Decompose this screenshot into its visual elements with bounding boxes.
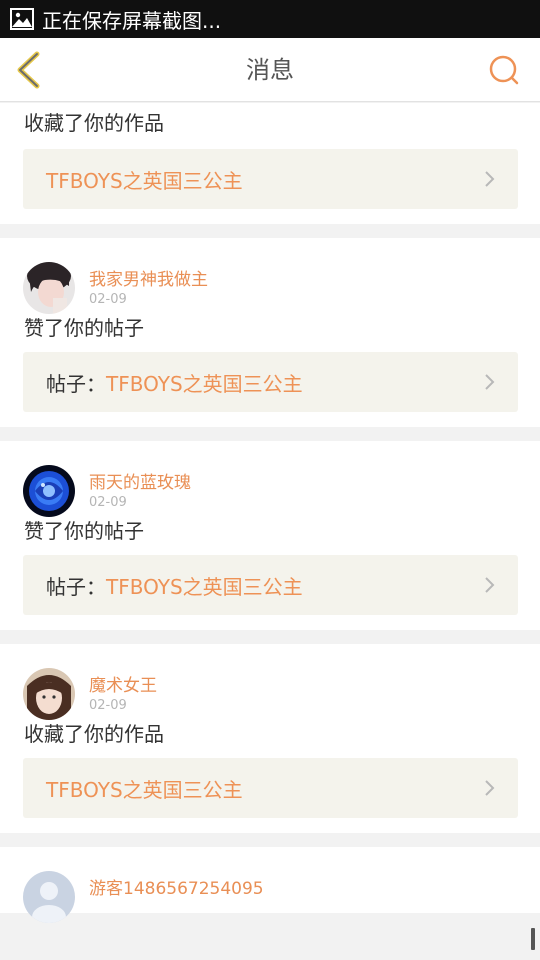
message-user-row: 我家男神我做主 02-09 [0,238,540,314]
work-link[interactable]: TFBOYS之英国三公主 [23,149,518,209]
image-icon [10,8,34,30]
post-link[interactable]: 帖子： TFBOYS之英国三公主 [23,352,518,412]
username[interactable]: 雨天的蓝玫瑰 [89,468,191,493]
post-link[interactable]: 帖子： TFBOYS之英国三公主 [23,555,518,615]
work-link[interactable]: TFBOYS之英国三公主 [23,758,518,818]
chevron-right-icon [485,780,495,796]
message-user-row: 雨天的蓝玫瑰 02-09 [0,441,540,517]
message-action: 赞了你的帖子 [24,519,144,543]
username[interactable]: 我家男神我做主 [89,265,208,290]
chevron-right-icon [485,374,495,390]
status-text: 正在保存屏幕截图... [42,8,222,33]
avatar[interactable] [23,668,75,720]
avatar[interactable] [23,262,75,314]
username[interactable]: 魔术女王 [89,671,157,696]
avatar[interactable] [23,871,75,923]
message-action: 收藏了你的作品 [24,722,164,746]
message-card: 魔术女王 02-09 收藏了你的作品 TFBOYS之英国三公主 [0,644,540,833]
work-title: TFBOYS之英国三公主 [46,168,243,193]
avatar[interactable] [23,465,75,517]
message-date: 02-09 [89,698,127,713]
message-action: 收藏了你的作品 [24,111,164,135]
top-bar: 消息 [0,38,540,102]
post-prefix: 帖子： [46,574,106,599]
message-card: 我家男神我做主 02-09 赞了你的帖子 帖子： TFBOYS之英国三公主 [0,238,540,427]
search-icon[interactable] [488,54,520,86]
work-title: TFBOYS之英国三公主 [46,777,243,802]
message-date: 02-09 [89,292,127,307]
post-prefix: 帖子： [46,371,106,396]
username[interactable]: 游客1486567254095 [89,874,264,899]
message-user-row: 游客1486567254095 [0,847,540,923]
message-card: 游客1486567254095 [0,847,540,923]
page-title: 消息 [246,56,294,84]
message-list[interactable]: 收藏了你的作品 TFBOYS之英国三公主 我家男神我做主 02-09 赞了你的帖… [0,103,540,960]
message-card: 雨天的蓝玫瑰 02-09 赞了你的帖子 帖子： TFBOYS之英国三公主 [0,441,540,630]
status-bar: 正在保存屏幕截图... [0,0,540,38]
message-action: 赞了你的帖子 [24,316,144,340]
post-title: TFBOYS之英国三公主 [106,371,303,396]
scroll-indicator [531,928,535,950]
chevron-right-icon [485,171,495,187]
post-title: TFBOYS之英国三公主 [106,574,303,599]
chevron-right-icon [485,577,495,593]
message-date: 02-09 [89,495,127,510]
message-card: 收藏了你的作品 TFBOYS之英国三公主 [0,103,540,224]
message-user-row: 魔术女王 02-09 [0,644,540,720]
